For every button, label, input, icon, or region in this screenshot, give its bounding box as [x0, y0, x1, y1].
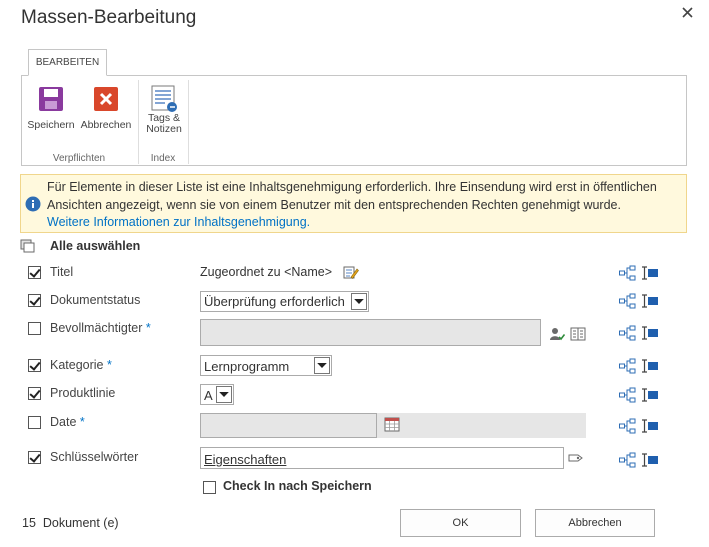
- date-input: [200, 413, 377, 438]
- column-icon[interactable]: [641, 358, 659, 379]
- required-marker: *: [79, 415, 85, 429]
- chevron-down-icon: [351, 293, 367, 310]
- field-label-titel: Titel: [50, 265, 74, 279]
- checkbox-produktlinie[interactable]: [28, 387, 41, 400]
- select-all-label[interactable]: Alle auswählen: [50, 239, 140, 253]
- field-label-produktlinie: Produktlinie: [50, 386, 116, 400]
- save-button[interactable]: Speichern: [25, 86, 77, 131]
- calendar-icon[interactable]: [384, 417, 400, 437]
- checkbox-dokumentstatus[interactable]: [28, 294, 41, 307]
- column-icon[interactable]: [641, 293, 659, 314]
- ribbon-divider: [138, 80, 139, 164]
- red-x-icon: [78, 86, 134, 112]
- field-label-date: Date *: [50, 415, 85, 429]
- approval-info-link[interactable]: Weitere Informationen zur Inhaltsgenehmi…: [47, 215, 310, 229]
- hierarchy-icon[interactable]: [619, 452, 636, 473]
- hierarchy-icon[interactable]: [619, 358, 636, 379]
- field-label-schluesselwoerter: Schlüsselwörter: [50, 450, 139, 464]
- select-all-icon[interactable]: [20, 239, 36, 258]
- row-actions: [619, 418, 661, 434]
- checkin-checkbox[interactable]: [203, 481, 216, 494]
- info-icon: [25, 196, 41, 215]
- address-book-icon[interactable]: [570, 327, 586, 346]
- chevron-down-icon: [314, 357, 330, 374]
- row-actions: [619, 387, 661, 403]
- group-label-commit: Verpflichten: [52, 153, 106, 164]
- tag-icon[interactable]: [568, 451, 584, 469]
- field-label-bevollmaechtigter: Bevollmächtigter *: [50, 321, 151, 335]
- schluesselwoerter-input[interactable]: Eigenschaften: [200, 447, 564, 469]
- dokumentstatus-select[interactable]: Überprüfung erforderlich: [200, 291, 369, 312]
- field-label-text: Bevollmächtigter: [50, 321, 143, 335]
- hierarchy-icon[interactable]: [619, 325, 636, 346]
- field-label-text: Kategorie: [50, 358, 104, 372]
- row-actions: [619, 265, 661, 281]
- row-actions: [619, 452, 661, 468]
- column-icon[interactable]: [641, 265, 659, 286]
- schluesselwoerter-value: Eigenschaften: [204, 452, 287, 467]
- checkbox-kategorie[interactable]: [28, 359, 41, 372]
- column-icon[interactable]: [641, 387, 659, 408]
- info-text-line1: Für Elemente in dieser Liste ist eine In…: [47, 180, 657, 194]
- hierarchy-icon[interactable]: [619, 418, 636, 439]
- info-text-line2: Ansichten angezeigt, wenn sie von einem …: [47, 197, 621, 212]
- column-icon[interactable]: [641, 418, 659, 439]
- tags-notes-icon: [140, 85, 188, 113]
- group-label-index: Index: [150, 153, 176, 164]
- cancel-ribbon-button[interactable]: Abbrechen: [78, 86, 134, 131]
- close-icon[interactable]: [679, 4, 697, 22]
- checkbox-bevollmaechtigter[interactable]: [28, 322, 41, 335]
- kategorie-select[interactable]: Lernprogramm: [200, 355, 332, 376]
- produktlinie-select[interactable]: A: [200, 384, 234, 405]
- kategorie-value: Lernprogramm: [204, 359, 290, 374]
- required-marker: *: [145, 321, 151, 335]
- hierarchy-icon[interactable]: [619, 265, 636, 286]
- approval-info-bar: Für Elemente in dieser Liste ist eine In…: [20, 174, 687, 233]
- produktlinie-value: A: [204, 388, 213, 403]
- dialog-title: Massen-Bearbeitung: [21, 7, 197, 28]
- ribbon-divider: [188, 80, 189, 164]
- field-label-text: Date: [50, 415, 77, 429]
- cancel-button[interactable]: Abbrechen: [535, 509, 655, 537]
- dokumentstatus-value: Überprüfung erforderlich: [204, 294, 345, 309]
- date-picker-area: [377, 413, 586, 438]
- row-actions: [619, 293, 661, 309]
- hierarchy-icon[interactable]: [619, 293, 636, 314]
- title-value: Zugeordnet zu <Name>: [200, 265, 333, 279]
- checkbox-schluesselwoerter[interactable]: [28, 451, 41, 464]
- required-marker: *: [107, 358, 112, 372]
- edit-pencil-icon[interactable]: [343, 265, 359, 285]
- save-label: Speichern: [27, 119, 75, 131]
- checkin-label[interactable]: Check In nach Speichern: [223, 479, 372, 493]
- tags-notes-button[interactable]: Tags & Notizen: [140, 85, 188, 135]
- people-picker-icon[interactable]: [549, 326, 566, 347]
- hierarchy-icon[interactable]: [619, 387, 636, 408]
- checkbox-titel[interactable]: [28, 266, 41, 279]
- document-count: 15 Dokument (e): [22, 516, 119, 530]
- tab-bearbeiten[interactable]: BEARBEITEN: [28, 49, 107, 76]
- column-icon[interactable]: [641, 325, 659, 346]
- field-label-dokumentstatus: Dokumentstatus: [50, 293, 141, 307]
- field-label-kategorie: Kategorie *: [50, 358, 112, 372]
- ribbon: Speichern Abbrechen Verpflichten Tags & …: [21, 75, 687, 166]
- column-icon[interactable]: [641, 452, 659, 473]
- cancel-ribbon-label: Abbrechen: [80, 119, 132, 131]
- floppy-disk-icon: [25, 86, 77, 112]
- row-actions: [619, 325, 661, 341]
- row-actions: [619, 358, 661, 374]
- chevron-down-icon: [216, 386, 232, 403]
- bevollmaechtigter-input: [200, 319, 541, 346]
- checkbox-date[interactable]: [28, 416, 41, 429]
- tags-label-line2: Notizen: [146, 123, 182, 135]
- ok-button[interactable]: OK: [400, 509, 521, 537]
